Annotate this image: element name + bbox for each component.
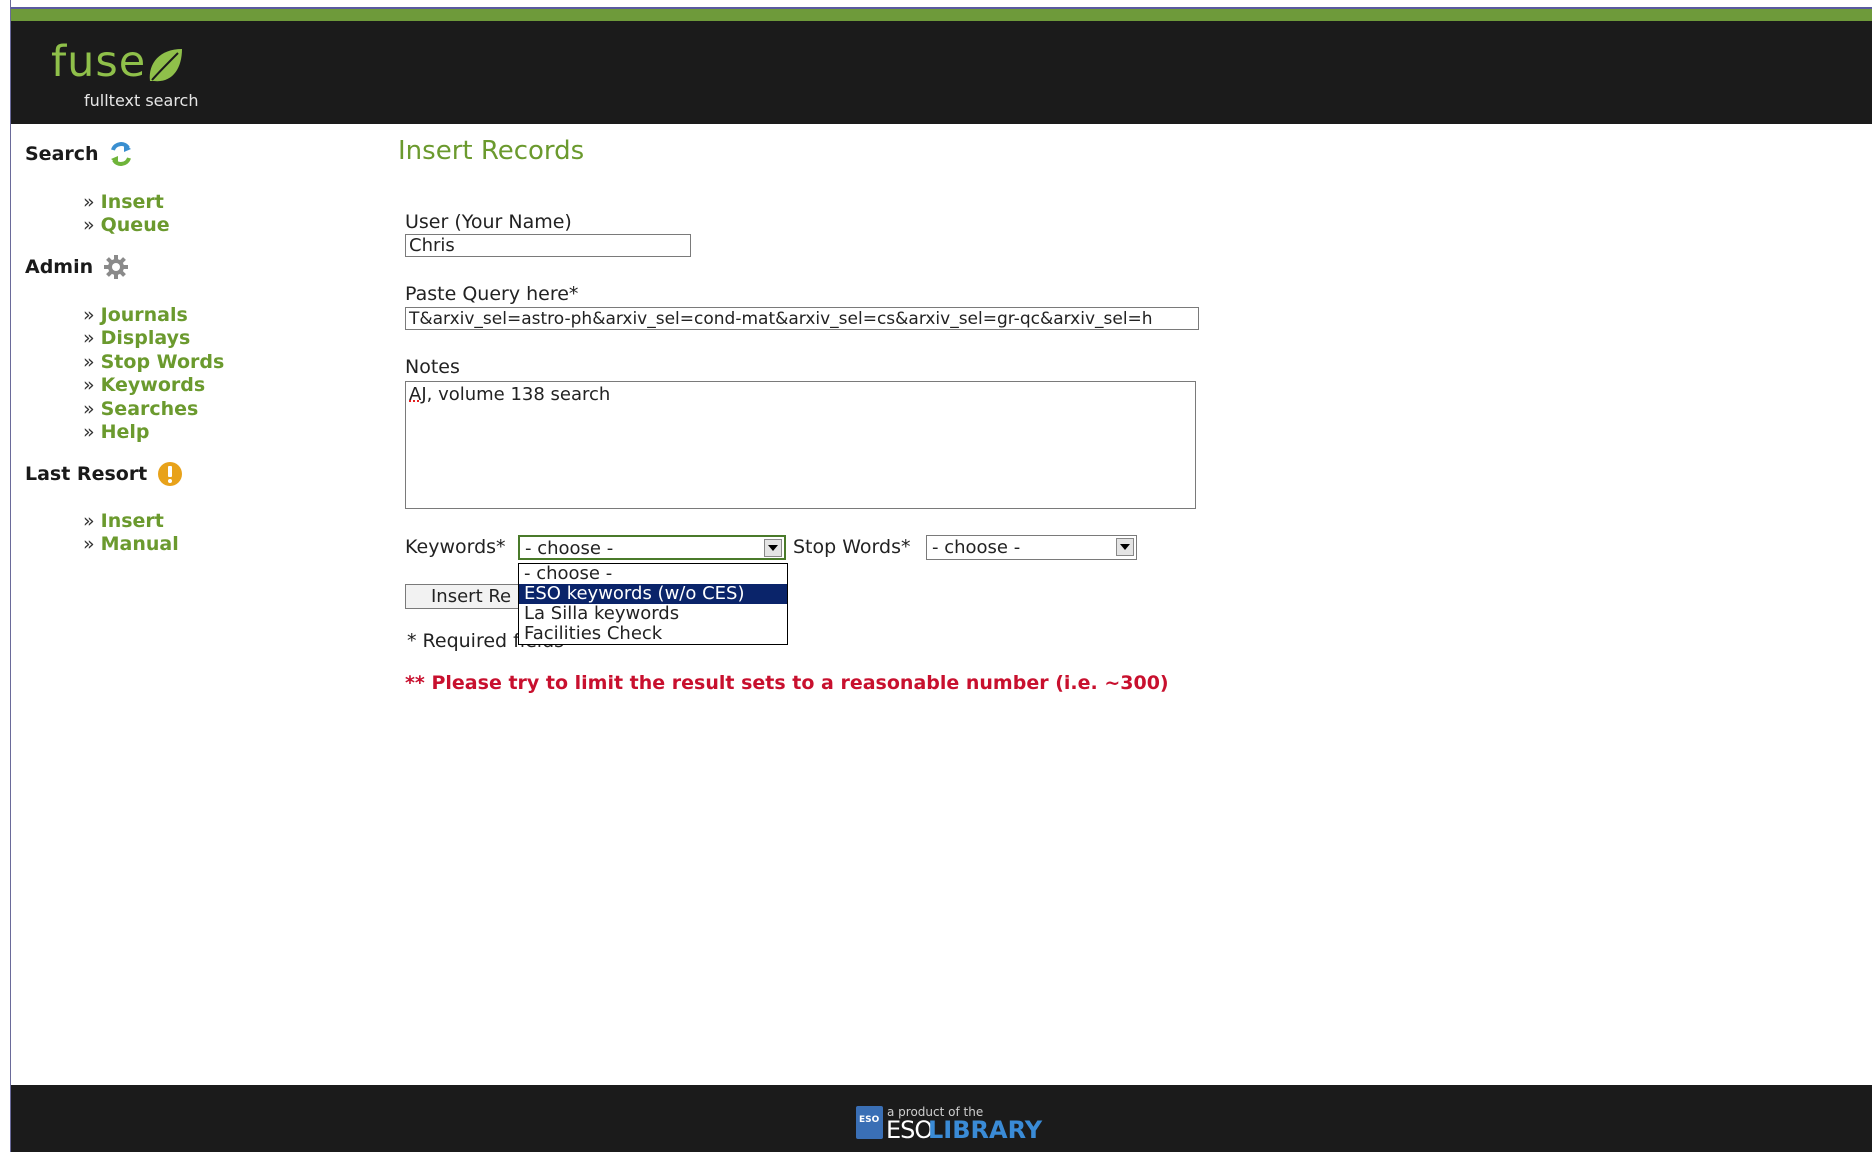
sidebar-heading-label: Last Resort <box>25 463 148 485</box>
chevron-down-icon[interactable] <box>764 539 782 557</box>
logo-text[interactable]: fuse <box>51 37 146 87</box>
site-footer: ESO a product of the ESO LIBRARY <box>11 1085 1872 1152</box>
sidebar-link-keywords[interactable]: » Keywords <box>83 374 205 396</box>
stopwords-select-value: - choose - <box>932 537 1021 558</box>
dropdown-option-choose[interactable]: - choose - <box>519 564 787 584</box>
user-label: User (Your Name) <box>405 211 572 233</box>
dropdown-option-facilities-check[interactable]: Facilities Check <box>519 624 787 644</box>
dropdown-option-la-silla-keywords[interactable]: La Silla keywords <box>519 604 787 624</box>
keywords-dropdown-list[interactable]: - choose - ESO keywords (w/o CES) La Sil… <box>518 563 788 645</box>
sidebar-heading-search[interactable]: Search <box>25 140 133 168</box>
sidebar-link-manual[interactable]: » Manual <box>83 533 179 555</box>
keywords-select-value: - choose - <box>525 538 614 559</box>
gear-icon <box>104 255 129 279</box>
sidebar-heading-admin[interactable]: Admin <box>25 254 129 280</box>
user-name-input[interactable]: Chris <box>405 234 691 257</box>
query-label: Paste Query here* <box>405 283 579 305</box>
stopwords-select[interactable]: - choose - <box>926 535 1137 560</box>
window-left-border <box>0 0 11 1152</box>
sidebar-link-searches[interactable]: » Searches <box>83 398 198 420</box>
spellcheck-word: AJ <box>409 384 427 405</box>
eso-logo-icon: ESO <box>856 1106 883 1139</box>
notes-textarea[interactable]: AJ, volume 138 search <box>405 381 1196 509</box>
sidebar-link-stop-words[interactable]: » Stop Words <box>83 351 224 373</box>
notes-text: , volume 138 search <box>426 384 611 405</box>
warning-icon <box>158 462 183 486</box>
sidebar-heading-label: Search <box>25 143 99 165</box>
dropdown-option-eso-keywords[interactable]: ESO keywords (w/o CES) <box>519 584 787 604</box>
header-stripe <box>11 9 1872 21</box>
keywords-select[interactable]: - choose - <box>518 535 786 560</box>
window-top-border <box>0 0 1872 9</box>
sidebar-link-help[interactable]: » Help <box>83 421 150 443</box>
logo-subtitle: fulltext search <box>84 91 199 110</box>
sidebar-link-journals[interactable]: » Journals <box>83 304 188 326</box>
site-header: fuse fulltext search <box>11 9 1872 124</box>
limit-warning: ** Please try to limit the result sets t… <box>405 672 1169 694</box>
sidebar-link-displays[interactable]: » Displays <box>83 327 190 349</box>
sidebar-link-last-resort-insert[interactable]: » Insert <box>83 510 164 532</box>
footer-library-text[interactable]: LIBRARY <box>928 1116 1042 1144</box>
sidebar-heading-label: Admin <box>25 256 94 278</box>
query-input[interactable]: T&arxiv_sel=astro-ph&arxiv_sel=cond-mat&… <box>405 307 1199 330</box>
chevron-down-icon[interactable] <box>1116 538 1134 556</box>
leaf-logo-icon <box>149 49 182 82</box>
sidebar-link-search-insert[interactable]: » Insert <box>83 191 164 213</box>
keywords-label: Keywords* <box>405 536 506 558</box>
notes-label: Notes <box>405 356 460 378</box>
footer-eso-text[interactable]: ESO <box>886 1116 933 1144</box>
sidebar-heading-last-resort[interactable]: Last Resort <box>25 461 183 487</box>
stopwords-label: Stop Words* <box>793 536 911 558</box>
sidebar-link-queue[interactable]: » Queue <box>83 214 170 236</box>
page-title: Insert Records <box>398 136 585 166</box>
refresh-icon <box>110 142 131 166</box>
